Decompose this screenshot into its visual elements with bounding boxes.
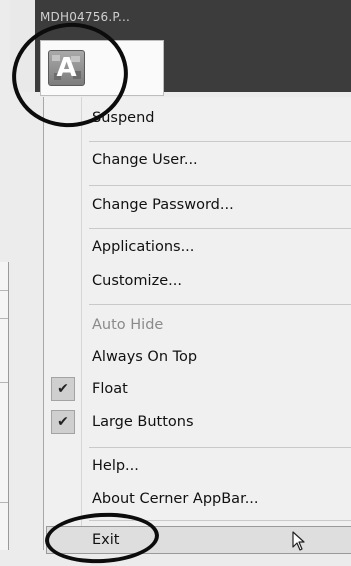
checkmark-icon: ✔ bbox=[51, 410, 75, 434]
menu-item-always-on-top[interactable]: Always On Top bbox=[47, 343, 351, 371]
menu-separator bbox=[89, 185, 351, 186]
menu-separator bbox=[89, 141, 351, 142]
menu-item-about[interactable]: About Cerner AppBar... bbox=[47, 485, 351, 513]
menu-item-float[interactable]: ✔ Float bbox=[47, 375, 351, 403]
menu-item-customize[interactable]: Customize... bbox=[47, 267, 351, 295]
checkmark-icon: ✔ bbox=[51, 377, 75, 401]
menu-item-label: Always On Top bbox=[92, 349, 198, 365]
menu-item-label: Help... bbox=[92, 458, 139, 474]
background-divider bbox=[0, 290, 8, 291]
mouse-cursor-icon bbox=[292, 531, 305, 551]
context-menu: Suspend Change User... Change Password..… bbox=[43, 97, 351, 554]
menu-item-label: Auto Hide bbox=[92, 317, 164, 333]
background-divider bbox=[0, 382, 8, 383]
menu-item-large-buttons[interactable]: ✔ Large Buttons bbox=[47, 408, 351, 436]
menu-separator bbox=[89, 447, 351, 448]
menu-item-auto-hide: Auto Hide bbox=[47, 311, 351, 339]
background-divider bbox=[0, 502, 8, 503]
menu-separator bbox=[89, 304, 351, 305]
menu-item-label: Change User... bbox=[92, 152, 198, 168]
menu-item-label: About Cerner AppBar... bbox=[92, 491, 259, 507]
menu-item-applications[interactable]: Applications... bbox=[47, 233, 351, 261]
menu-item-label: Applications... bbox=[92, 239, 195, 255]
menu-separator bbox=[89, 228, 351, 229]
menu-item-change-password[interactable]: Change Password... bbox=[47, 191, 351, 219]
menu-item-label: Float bbox=[92, 381, 128, 397]
menu-item-label: Large Buttons bbox=[92, 414, 194, 430]
background-window-panel bbox=[0, 262, 9, 550]
window-title: MDH04756.P... bbox=[40, 10, 131, 24]
menu-item-label: Change Password... bbox=[92, 197, 234, 213]
menu-item-help[interactable]: Help... bbox=[47, 452, 351, 480]
menu-item-label: Customize... bbox=[92, 273, 182, 289]
menu-item-change-user[interactable]: Change User... bbox=[47, 146, 351, 174]
background-divider bbox=[0, 318, 8, 319]
